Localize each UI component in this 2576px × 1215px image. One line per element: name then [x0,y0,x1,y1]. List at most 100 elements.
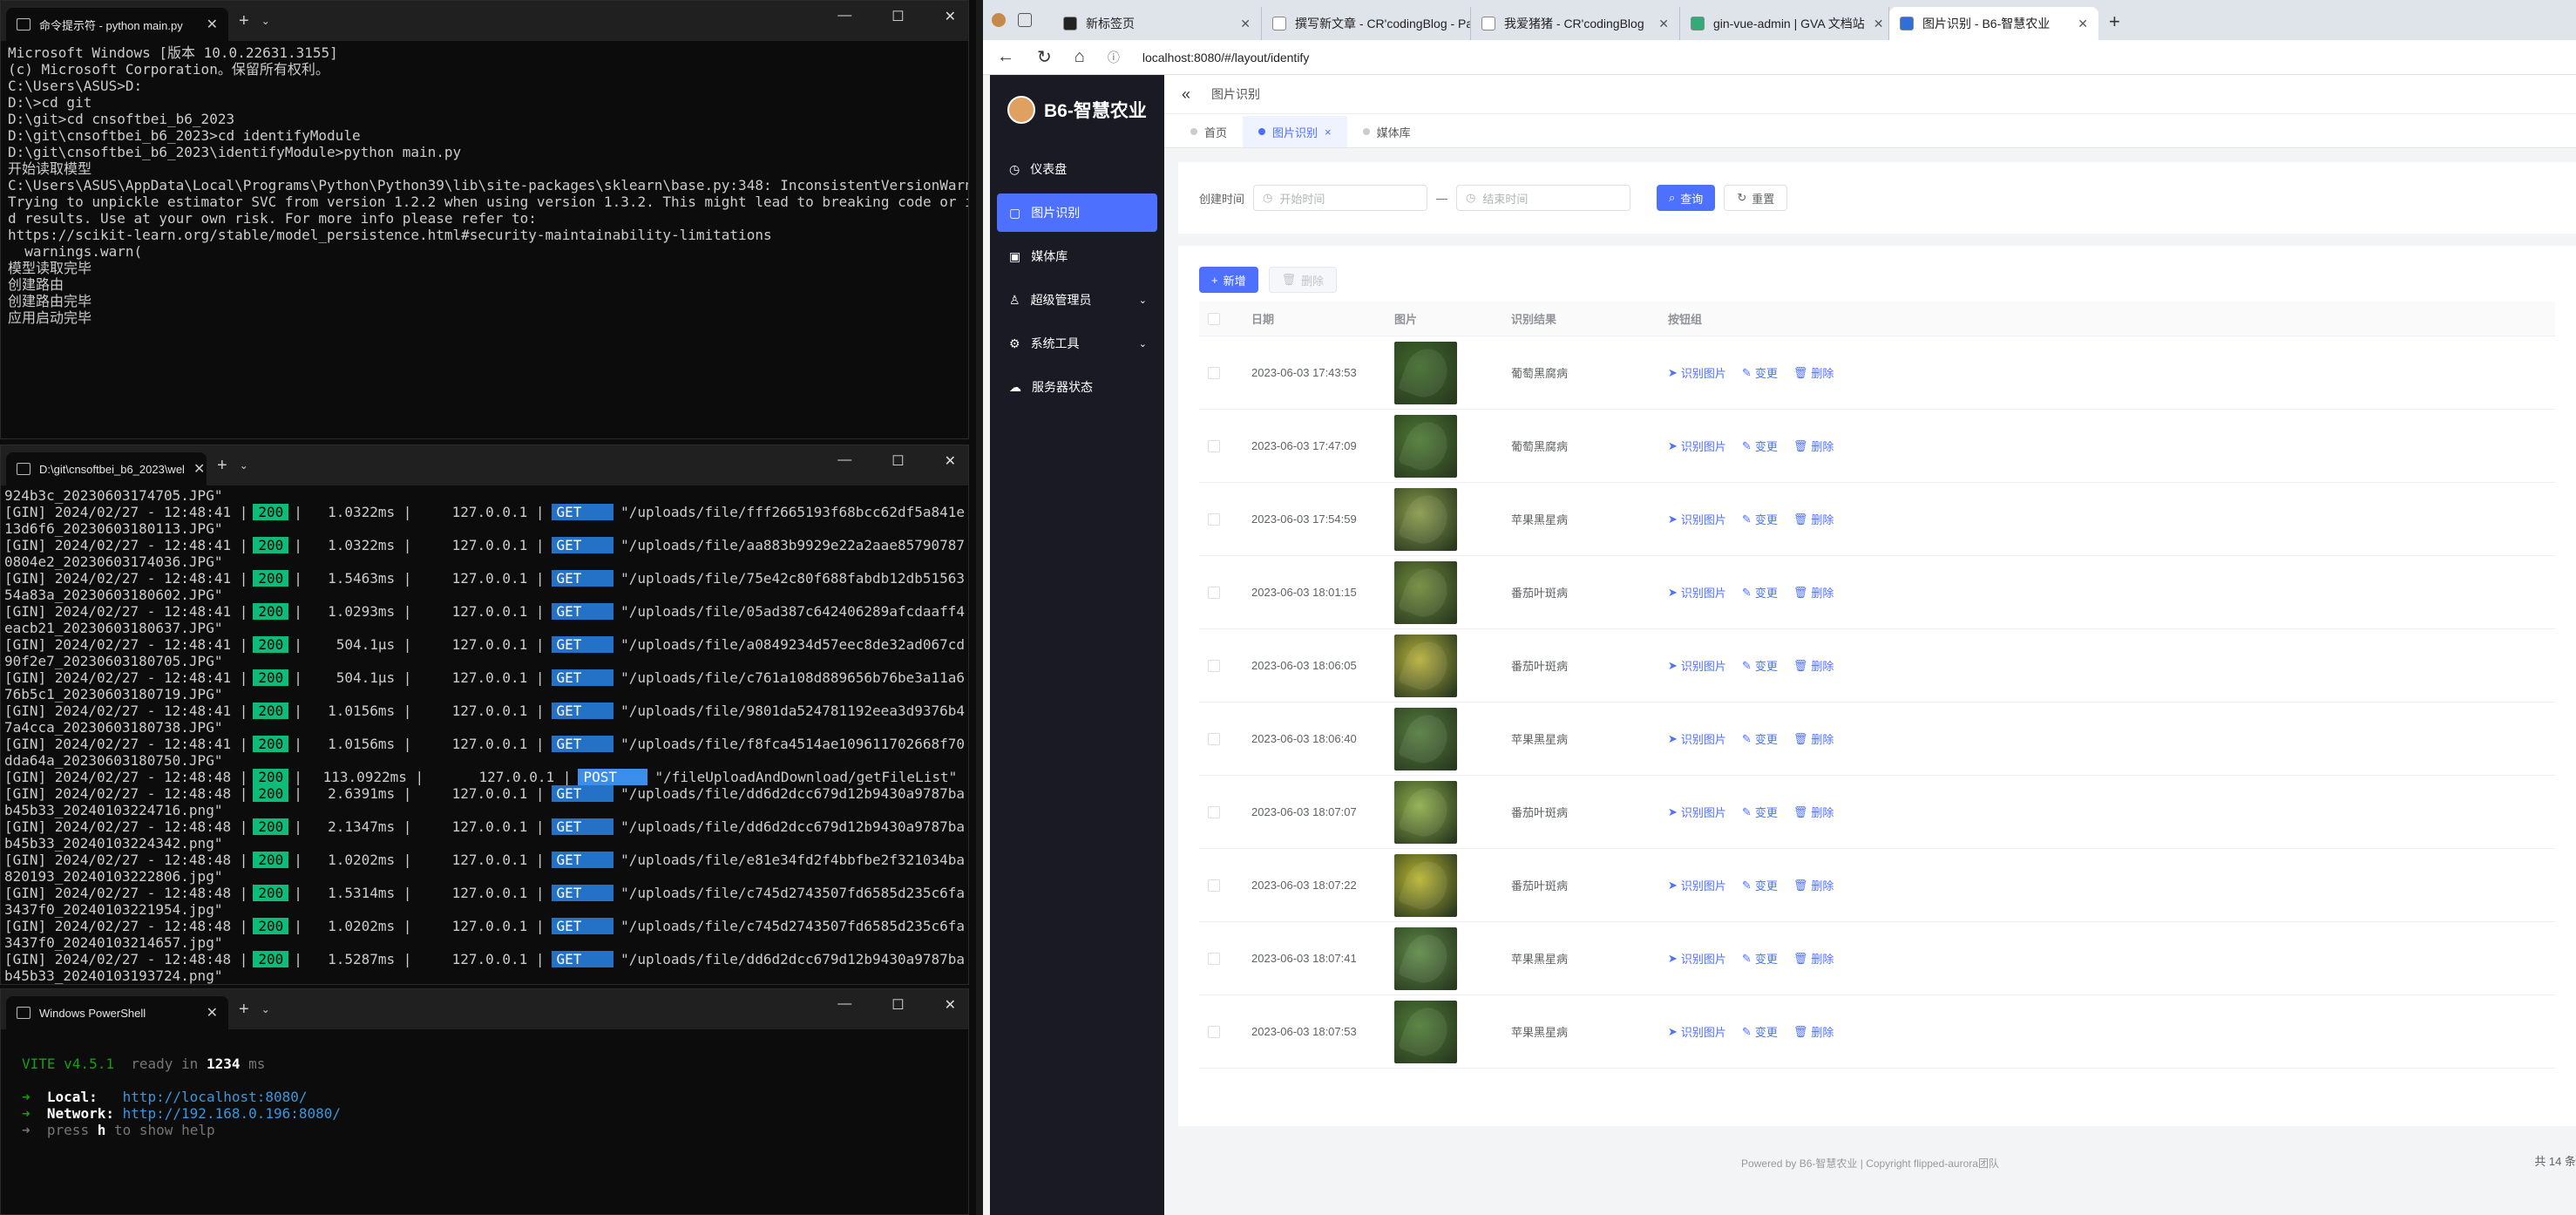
change-button[interactable]: ✎ 变更 [1742,1023,1778,1040]
table-row[interactable]: 2023-06-03 17:43:53 葡萄黑腐病 ➤ 识别图片 ✎ 变更 🗑 删除 [1199,336,2555,410]
leaf-image[interactable] [1394,1000,1457,1063]
delete-button[interactable]: 🗑 删除 [1793,657,1834,674]
row-checkbox[interactable] [1208,732,1220,745]
ps-tab[interactable]: Windows PowerShell ✕ [6,996,228,1029]
close-window-icon[interactable]: ✕ [945,996,956,1014]
close-tab-icon[interactable]: ✕ [2078,17,2088,31]
identify-button[interactable]: ➤ 识别图片 [1668,584,1726,601]
table-row[interactable]: 2023-06-03 18:07:53 苹果黑星病 ➤ 识别图片 ✎ 变更 🗑 删除 [1199,995,2555,1069]
minimize-icon[interactable]: — [837,8,851,25]
profile-avatar[interactable] [992,13,1006,27]
browser-tab[interactable]: gin-vue-admin | GVA 文档站 ✕ [1680,7,1889,40]
table-row[interactable]: 2023-06-03 18:01:15 番茄叶斑病 ➤ 识别图片 ✎ 变更 🗑 删除 [1199,556,2555,629]
row-checkbox[interactable] [1208,586,1220,599]
page-tab[interactable]: 媒体库 [1347,116,1427,147]
browser-tab[interactable]: 我爱猪猪 - CR'codingBlog ✕ [1471,7,1680,40]
delete-button[interactable]: 🗑 删除 [1793,950,1834,967]
table-row[interactable]: 2023-06-03 18:07:22 番茄叶斑病 ➤ 识别图片 ✎ 变更 🗑 删除 [1199,849,2555,922]
identify-button[interactable]: ➤ 识别图片 [1668,438,1726,454]
change-button[interactable]: ✎ 变更 [1742,730,1778,747]
leaf-image[interactable] [1394,780,1457,844]
minimize-icon[interactable]: — [837,452,851,470]
delete-button[interactable]: 🗑 删除 [1793,584,1834,601]
identify-button[interactable]: ➤ 识别图片 [1668,1023,1726,1040]
delete-button[interactable]: 🗑 删除 [1793,877,1834,893]
home-icon[interactable]: ⌂ [1074,47,1085,67]
sidebar-item[interactable]: ◷ 仪表盘 [997,150,1157,188]
close-tab-icon[interactable]: ✕ [1658,17,1669,31]
delete-button[interactable]: 🗑 删除 [1793,364,1834,381]
leaf-image[interactable] [1394,634,1457,697]
workspaces-icon[interactable] [1018,13,1032,27]
close-icon[interactable]: ✕ [193,460,205,478]
table-row[interactable]: 2023-06-03 18:06:05 番茄叶斑病 ➤ 识别图片 ✎ 变更 🗑 删除 [1199,629,2555,703]
change-button[interactable]: ✎ 变更 [1742,584,1778,601]
row-checkbox[interactable] [1208,659,1220,672]
network-url[interactable]: http://192.168.0.196:8080/ [123,1105,341,1122]
browser-tab[interactable]: 图片识别 - B6-智慧农业 ✕ [1889,7,2098,40]
query-button[interactable]: ⌕ 查询 [1657,185,1716,211]
close-icon[interactable]: ✕ [207,1004,218,1022]
close-icon[interactable]: × [1325,126,1332,139]
page-tab[interactable]: 图片识别 × [1243,116,1347,147]
sidebar-item[interactable]: ♙ 超级管理员 ⌄ [997,281,1157,319]
url-field[interactable]: localhost:8080/#/layout/identify [1142,51,1309,64]
row-checkbox[interactable] [1208,439,1220,452]
back-icon[interactable]: ← [997,47,1014,67]
identify-button[interactable]: ➤ 识别图片 [1668,877,1726,893]
refresh-icon[interactable]: ↻ [1037,46,1052,68]
chevron-down-icon[interactable]: ⌄ [240,459,248,472]
close-icon[interactable]: ✕ [207,16,218,33]
browser-tab[interactable]: 新标签页 ✕ [1053,7,1262,40]
leaf-image[interactable] [1394,487,1457,551]
leaf-image[interactable] [1394,927,1457,990]
row-checkbox[interactable] [1208,805,1220,818]
chevron-down-icon[interactable]: ⌄ [261,15,270,27]
table-row[interactable]: 2023-06-03 18:07:07 番茄叶斑病 ➤ 识别图片 ✎ 变更 🗑 删除 [1199,776,2555,849]
delete-button[interactable]: 🗑 删除 [1793,511,1834,527]
leaf-image[interactable] [1394,560,1457,624]
leaf-image[interactable] [1394,853,1457,917]
page-tab[interactable]: 首页 [1175,116,1243,147]
table-row[interactable]: 2023-06-03 17:47:09 葡萄黑腐病 ➤ 识别图片 ✎ 变更 🗑 删除 [1199,410,2555,483]
collapse-icon[interactable]: « [1182,85,1190,104]
delete-button[interactable]: 🗑 删除 [1793,438,1834,454]
change-button[interactable]: ✎ 变更 [1742,438,1778,454]
new-tab-icon[interactable]: + [239,1000,249,1020]
identify-button[interactable]: ➤ 识别图片 [1668,364,1726,381]
row-checkbox[interactable] [1208,366,1220,379]
batch-delete-button[interactable]: 🗑 删除 [1268,267,1338,293]
maximize-icon[interactable]: ☐ [891,8,904,25]
change-button[interactable]: ✎ 变更 [1742,657,1778,674]
maximize-icon[interactable]: ☐ [891,996,904,1014]
new-tab-icon[interactable]: + [217,456,227,476]
change-button[interactable]: ✎ 变更 [1742,364,1778,381]
change-button[interactable]: ✎ 变更 [1742,804,1778,820]
identify-button[interactable]: ➤ 识别图片 [1668,950,1726,967]
new-tab-icon[interactable]: + [239,11,249,31]
new-tab-icon[interactable]: + [2109,10,2120,33]
leaf-image[interactable] [1394,414,1457,478]
leaf-image[interactable] [1394,707,1457,770]
change-button[interactable]: ✎ 变更 [1742,511,1778,527]
minimize-icon[interactable]: — [837,996,851,1014]
table-row[interactable]: 2023-06-03 18:07:41 苹果黑星病 ➤ 识别图片 ✎ 变更 🗑 删除 [1199,922,2555,995]
sidebar-item[interactable]: ⚙ 系统工具 ⌄ [997,324,1157,363]
leaf-image[interactable] [1394,341,1457,404]
row-checkbox[interactable] [1208,952,1220,965]
row-checkbox[interactable] [1208,512,1220,526]
change-button[interactable]: ✎ 变更 [1742,950,1778,967]
sidebar-item[interactable]: ▣ 媒体库 [997,237,1157,275]
row-checkbox[interactable] [1208,879,1220,892]
delete-button[interactable]: 🗑 删除 [1793,730,1834,747]
reset-button[interactable]: ↻ 重置 [1724,185,1788,211]
close-tab-icon[interactable]: ✕ [1240,17,1251,31]
browser-tab[interactable]: 撰写新文章 - CR'codingBlog - Pa✕ [1262,7,1471,40]
select-all-checkbox[interactable] [1208,312,1220,325]
chevron-down-icon[interactable]: ⌄ [261,1003,270,1015]
delete-button[interactable]: 🗑 删除 [1793,804,1834,820]
identify-button[interactable]: ➤ 识别图片 [1668,730,1726,747]
close-window-icon[interactable]: ✕ [945,8,956,25]
maximize-icon[interactable]: ☐ [891,452,904,470]
identify-button[interactable]: ➤ 识别图片 [1668,657,1726,674]
